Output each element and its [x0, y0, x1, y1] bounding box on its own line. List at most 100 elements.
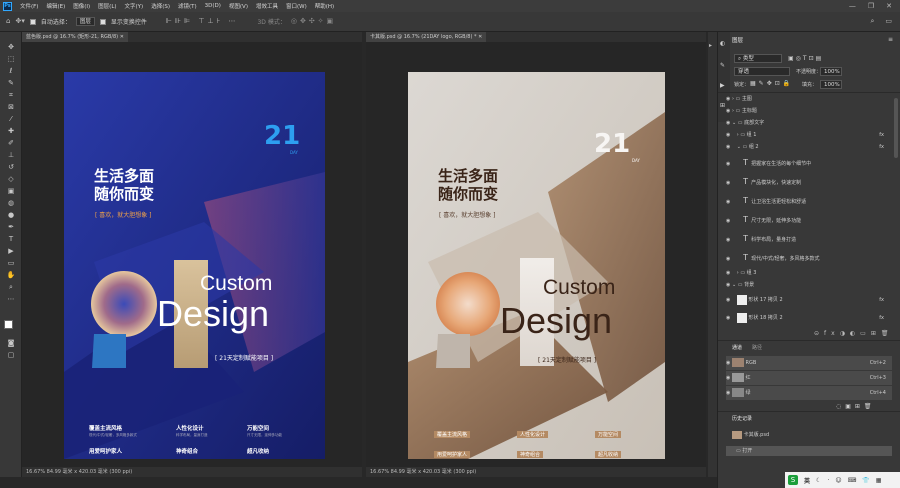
- eye-icon[interactable]: ◉: [726, 120, 730, 126]
- auto-select-checkbox[interactable]: [29, 18, 36, 25]
- layer-row[interactable]: ◉ › ▭ 组 1 fx: [726, 130, 884, 140]
- layer-row[interactable]: ◉ ⌄ ▭ 底部文字: [726, 118, 884, 128]
- eye-icon[interactable]: ◉: [726, 315, 730, 321]
- hand-tool-icon[interactable]: ✋: [5, 270, 17, 281]
- tab-khaki-document[interactable]: 卡其版.psd @ 16.7% (21DAY logo, RGB/8) * ✕: [366, 32, 487, 42]
- tab-blue-document[interactable]: 蓝色版.psd @ 16.7% (矩形-21, RGB/8) ✕: [22, 32, 128, 42]
- menu-layer[interactable]: 图层(L): [94, 2, 120, 10]
- layer-filter-dropdown[interactable]: ⌕ 类型: [734, 54, 782, 63]
- stamp-tool-icon[interactable]: ⊥: [5, 150, 17, 161]
- blend-mode-dropdown[interactable]: 穿透: [734, 67, 790, 76]
- eye-icon[interactable]: ◉: [726, 282, 730, 288]
- keyboard-icon[interactable]: ⌨: [848, 477, 857, 484]
- color-panel-icon[interactable]: ◐: [720, 40, 725, 47]
- gradient-tool-icon[interactable]: ▣: [5, 186, 17, 197]
- channel-row[interactable]: ◉ 红 Ctrl+3: [726, 371, 892, 385]
- channel-row[interactable]: ◉ RGB Ctrl+2: [726, 356, 892, 370]
- layer-row[interactable]: ◉ T 现代/中式/轻奢，多风格多款式: [726, 249, 884, 267]
- type-tool-icon[interactable]: T: [5, 234, 17, 245]
- layers-panel-title[interactable]: 图层: [732, 36, 743, 44]
- history-panel-title[interactable]: 历史记录: [732, 415, 752, 422]
- crop-tool-icon[interactable]: ⌗: [5, 90, 17, 101]
- eye-icon[interactable]: ◉: [726, 161, 730, 167]
- eyedropper-tool-icon[interactable]: ⁄: [5, 114, 17, 125]
- menu-type[interactable]: 文字(Y): [121, 2, 148, 10]
- lasso-tool-icon[interactable]: ℓ: [5, 66, 17, 77]
- layer-row[interactable]: ◉ T 产品模块化，快速定制: [726, 173, 884, 191]
- eye-icon[interactable]: ◉: [726, 237, 730, 243]
- pen-tool-icon[interactable]: ✒: [5, 222, 17, 233]
- fx-icon[interactable]: fx: [879, 130, 884, 140]
- menu-image[interactable]: 图像(I): [69, 2, 94, 10]
- home-icon[interactable]: ⌂: [6, 17, 10, 26]
- moon-icon[interactable]: ☾: [816, 477, 821, 484]
- screen-mode-icon[interactable]: ▢: [5, 350, 17, 361]
- lock-icons[interactable]: ▦✎✥⊡🔒: [750, 80, 793, 87]
- layer-row[interactable]: ◉ T 尺寸无限，延伸多功能: [726, 211, 884, 229]
- layer-row[interactable]: ◉ T 让卫浴生活更轻松和舒适: [726, 192, 884, 210]
- eye-icon[interactable]: ◉: [726, 297, 730, 303]
- fill-input[interactable]: 100%: [820, 80, 842, 89]
- opacity-input[interactable]: 100%: [820, 67, 842, 76]
- eye-icon[interactable]: ◉: [726, 180, 730, 186]
- properties-panel-icon[interactable]: ⊞: [720, 102, 725, 109]
- menu-select[interactable]: 选择(S): [147, 2, 174, 10]
- rectangle-tool-icon[interactable]: ▭: [5, 258, 17, 269]
- eye-icon[interactable]: ◉: [726, 256, 730, 262]
- heal-tool-icon[interactable]: ✚: [5, 126, 17, 137]
- eraser-tool-icon[interactable]: ◇: [5, 174, 17, 185]
- ime-logo-icon[interactable]: S: [788, 475, 798, 485]
- close-tab-icon[interactable]: ✕: [478, 34, 482, 40]
- blur-tool-icon[interactable]: ◍: [5, 198, 17, 209]
- layer-row[interactable]: ◉ ⌄ ▭ 背景: [726, 280, 884, 290]
- menu-view[interactable]: 视图(V): [225, 2, 252, 10]
- layer-row[interactable]: ◉ 形状 18 拷贝 2 fx: [726, 310, 884, 326]
- history-item[interactable]: ▭ 打开: [726, 446, 892, 456]
- fx-icon[interactable]: fx: [879, 142, 884, 152]
- layer-row[interactable]: ◉ › ▭ 主标题: [726, 106, 884, 116]
- menu-3d[interactable]: 3D(D): [201, 3, 225, 9]
- panel-menu-icon[interactable]: ≡: [888, 36, 893, 43]
- poster-khaki[interactable]: 生活多面 随你而变 [ 喜欢，就大胆想象 ] 21 DAY Custom Des…: [408, 72, 665, 459]
- share-icon[interactable]: ▭: [885, 17, 892, 26]
- quick-mask-icon[interactable]: ◙: [5, 338, 17, 349]
- layer-row[interactable]: ◉ ⌄ ▭ 组 2 fx: [726, 142, 884, 152]
- close-tab-icon[interactable]: ✕: [120, 34, 124, 40]
- show-transform-checkbox[interactable]: [99, 18, 106, 25]
- foreground-color-swatch[interactable]: [4, 320, 13, 329]
- marquee-tool-icon[interactable]: ⬚: [5, 54, 17, 65]
- auto-select-target-dropdown[interactable]: 图层: [75, 17, 95, 26]
- history-brush-tool-icon[interactable]: ↺: [5, 162, 17, 173]
- move-tool-icon[interactable]: ✥▾: [15, 17, 24, 26]
- menu-window[interactable]: 窗口(W): [282, 2, 311, 10]
- channel-actions-icons[interactable]: ◌▣⊞🗑: [836, 403, 876, 410]
- layer-row[interactable]: ◉ 形状 17 拷贝 2 fx: [726, 292, 884, 308]
- close-button[interactable]: ✕: [886, 2, 892, 10]
- dodge-tool-icon[interactable]: ●: [5, 210, 17, 221]
- menu-edit[interactable]: 编辑(E): [42, 2, 69, 10]
- eye-icon[interactable]: ◉: [726, 108, 730, 114]
- layer-row[interactable]: ◉ › ▭ 主图: [726, 94, 884, 104]
- eye-icon[interactable]: ◉: [726, 218, 730, 224]
- restore-button[interactable]: ❐: [868, 2, 874, 10]
- eye-icon[interactable]: ◉: [726, 270, 730, 276]
- layer-actions-icons[interactable]: ⊝fx◑◐▭⊞🗑: [814, 330, 893, 337]
- menu-help[interactable]: 帮助(H): [311, 2, 338, 10]
- tshirt-icon[interactable]: 👕: [862, 477, 869, 484]
- channel-row[interactable]: ◉ 绿 Ctrl+4: [726, 386, 892, 400]
- grid-icon[interactable]: ▦: [876, 477, 882, 484]
- eye-icon[interactable]: ◉: [726, 144, 730, 150]
- brush-tool-icon[interactable]: ✐: [5, 138, 17, 149]
- brush-panel-icon[interactable]: ✎: [720, 62, 725, 69]
- quick-select-tool-icon[interactable]: ✎: [5, 78, 17, 89]
- panel-dock-icon[interactable]: ▸: [709, 42, 712, 49]
- ime-language-indicator[interactable]: 英: [804, 476, 810, 485]
- 3d-mode-icons[interactable]: ◎✥✣✧▣: [291, 17, 336, 26]
- minimize-button[interactable]: —: [849, 2, 856, 10]
- menu-filter[interactable]: 滤镜(T): [174, 2, 201, 10]
- fx-icon[interactable]: fx: [879, 292, 884, 308]
- history-snapshot[interactable]: 卡其版.psd: [732, 430, 890, 440]
- path-select-tool-icon[interactable]: ▶: [5, 246, 17, 257]
- fx-icon[interactable]: fx: [879, 310, 884, 326]
- zoom-tool-icon[interactable]: ⌕: [5, 282, 17, 293]
